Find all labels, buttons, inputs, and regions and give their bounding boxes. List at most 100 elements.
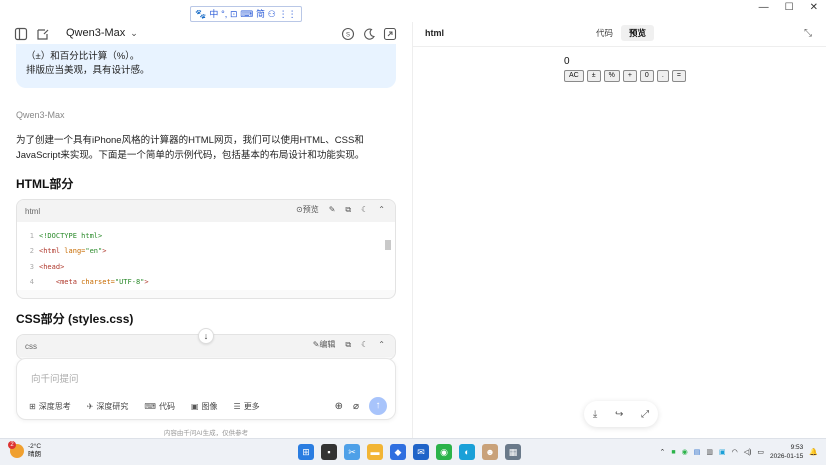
attach-icon[interactable]: ⌀ (353, 401, 359, 412)
copy-icon[interactable]: ⧉ (345, 340, 351, 350)
ime-item[interactable]: ⊡ (230, 7, 238, 21)
battery-icon[interactable]: ▭ (757, 448, 764, 456)
close-button[interactable]: ✕ (810, 2, 818, 13)
volume-icon[interactable]: ◁) (744, 448, 752, 456)
wifi-icon[interactable]: ◠ (732, 448, 738, 456)
calculator-key[interactable]: = (671, 70, 686, 82)
clock[interactable]: 9:53 2026-01-15 (770, 443, 803, 461)
taskbar-apps: ⊞ ▪ ✂ ▬ ◆ ✉ ◉ ◐ ☻ ▦ (298, 444, 521, 460)
ime-item[interactable]: ⚇ (268, 7, 276, 21)
edit-button[interactable]: ✎编辑 (313, 339, 336, 350)
moon-icon[interactable] (362, 27, 376, 41)
collapse-pane-icon[interactable]: ⤡ (804, 28, 812, 39)
theme-moon-icon[interactable]: ☾ (361, 340, 368, 349)
code-block-html: html ⊙预览 ✎ ⧉ ☾ ⌃ 1 <!DOCTYPE html> 2 <html … (16, 199, 396, 299)
fullscreen-icon[interactable]: ⤢ (641, 409, 649, 420)
new-chat-icon[interactable] (36, 27, 50, 41)
edit-icon[interactable]: ✎ (329, 205, 336, 214)
option-label: 更多 (243, 402, 260, 411)
code-scrollbar[interactable] (385, 230, 391, 282)
window-controls: — ☐ ✕ (759, 2, 818, 13)
mail-icon[interactable]: ✉ (413, 444, 429, 460)
share-icon[interactable]: ↪ (615, 409, 623, 420)
calculator-key[interactable]: % (603, 70, 620, 82)
tray-app-icon[interactable]: ▥ (706, 448, 713, 456)
system-tray: ⌃ ■ ◉ ▤ ▥ ▣ ◠ ◁) ▭ 9:53 2026-01-15 🔔 (659, 443, 818, 461)
deep-research-button[interactable]: ✈ 深度研究 (87, 401, 129, 412)
calculator-key[interactable]: ± (586, 70, 601, 82)
code-button[interactable]: ⌨ 代码 (144, 401, 175, 412)
copy-icon[interactable]: ⧉ (345, 205, 351, 215)
line-number: 1 (29, 231, 34, 240)
ai-disclaimer: 内容由千问AI生成，仅供参考 (163, 430, 249, 437)
code-token: charset= (81, 278, 115, 287)
tab-code[interactable]: 代码 (588, 25, 621, 41)
calculator-key[interactable]: . (656, 70, 669, 82)
calculator-key[interactable]: AC (564, 70, 584, 82)
ime-item[interactable]: 简 (256, 7, 265, 21)
weather-widget[interactable]: 2 -2°C 晴朗 (8, 441, 41, 459)
svg-text:S: S (346, 33, 350, 39)
theme-moon-icon[interactable]: ☾ (361, 205, 368, 214)
code-body[interactable]: 1 <!DOCTYPE html> 2 <html lang= "en" >3 <head>… (17, 222, 395, 290)
tab-preview[interactable]: 预览 (621, 25, 655, 41)
collapse-chevron-icon[interactable]: ⌃ (378, 340, 385, 349)
arrow-up-icon: ↑ (375, 400, 381, 411)
chat-input[interactable]: 向千问提问 (31, 371, 79, 385)
scrollbar-thumb[interactable] (385, 240, 391, 250)
tray-app-icon[interactable]: ◉ (682, 448, 688, 456)
tray-app-icon[interactable]: ▣ (719, 448, 726, 456)
chat-composer: 向千问提问 ⊞ 深度思考 ✈ 深度研究 ⌨ 代码 ▣ 图像 ☰ 更多 ⊕ ⌀ ↑ (16, 358, 396, 420)
calculator-key[interactable]: + (622, 70, 637, 82)
assistant-intro: 为了创建一个具有iPhone风格的计算器的HTML网页，我们可以使用HTML、C… (16, 135, 365, 161)
task-view-icon[interactable]: ▪ (321, 444, 337, 460)
snipping-tool-icon[interactable]: ✂ (344, 444, 360, 460)
code-token: <meta (55, 278, 82, 287)
tray-app-icon[interactable]: ▤ (694, 448, 701, 456)
weather-desc: 晴朗 (28, 451, 41, 458)
download-icon[interactable]: ⤓ (593, 409, 597, 420)
globe-icon[interactable]: ⊕ (335, 401, 343, 412)
preview-label: 预览 (302, 205, 319, 214)
collapse-chevron-icon[interactable]: ⌃ (378, 205, 385, 214)
artifact-panel-icon[interactable] (383, 27, 397, 41)
deep-think-button[interactable]: ⊞ 深度思考 (29, 401, 71, 412)
send-button[interactable]: ↑ (369, 397, 387, 415)
code-token: <html (39, 247, 65, 256)
brain-icon: ⊞ (29, 402, 36, 411)
app-icon[interactable]: ◆ (390, 444, 406, 460)
calculator-app-icon[interactable]: ▦ (505, 444, 521, 460)
ime-item[interactable]: 中 (209, 7, 218, 21)
code-line: 4 <meta charset= "UTF-8" > (17, 275, 395, 291)
user-message-line: （±）和百分比计算（%）。 (26, 51, 140, 62)
notification-bell-icon[interactable]: 🔔 (809, 448, 818, 456)
sidebar-toggle-icon[interactable] (14, 27, 28, 41)
ime-item[interactable]: ⋮⋮ (279, 7, 297, 21)
edge-browser-icon[interactable]: ◐ (459, 444, 475, 460)
scroll-down-arrow-icon[interactable]: ↓ (198, 328, 214, 344)
start-icon[interactable]: ⊞ (298, 444, 314, 460)
model-selector[interactable]: Qwen3-Max ⌄ (66, 27, 138, 39)
ime-item[interactable]: 🐾 (195, 7, 206, 21)
preview-button[interactable]: ⊙预览 (296, 204, 319, 215)
minimize-button[interactable]: — (759, 2, 769, 13)
avatar-app-icon[interactable]: ☻ (482, 444, 498, 460)
file-explorer-icon[interactable]: ▬ (367, 444, 383, 460)
ime-item[interactable]: °, (221, 7, 227, 21)
wechat-icon[interactable]: ◉ (436, 444, 452, 460)
code-lang-label: css (25, 341, 37, 351)
user-message-bubble: （±）和百分比计算（%）。 排版应当美观，具有设计感。 (16, 44, 396, 88)
more-button[interactable]: ☰ 更多 (234, 401, 260, 412)
clock-time: 9:53 (790, 444, 804, 451)
notification-badge: 2 (8, 441, 16, 449)
chevron-up-icon[interactable]: ⌃ (659, 448, 665, 456)
image-button[interactable]: ▣ 图像 (191, 401, 218, 412)
tray-app-icon[interactable]: ■ (671, 449, 675, 456)
calculator-key[interactable]: 0 (639, 70, 654, 82)
pane-divider[interactable] (412, 22, 413, 438)
maximize-button[interactable]: ☐ (785, 2, 794, 13)
ime-item[interactable]: ⌨ (240, 7, 253, 21)
line-number: 4 (29, 278, 34, 287)
share-icon[interactable]: S (341, 27, 355, 41)
image-icon: ▣ (190, 402, 199, 411)
